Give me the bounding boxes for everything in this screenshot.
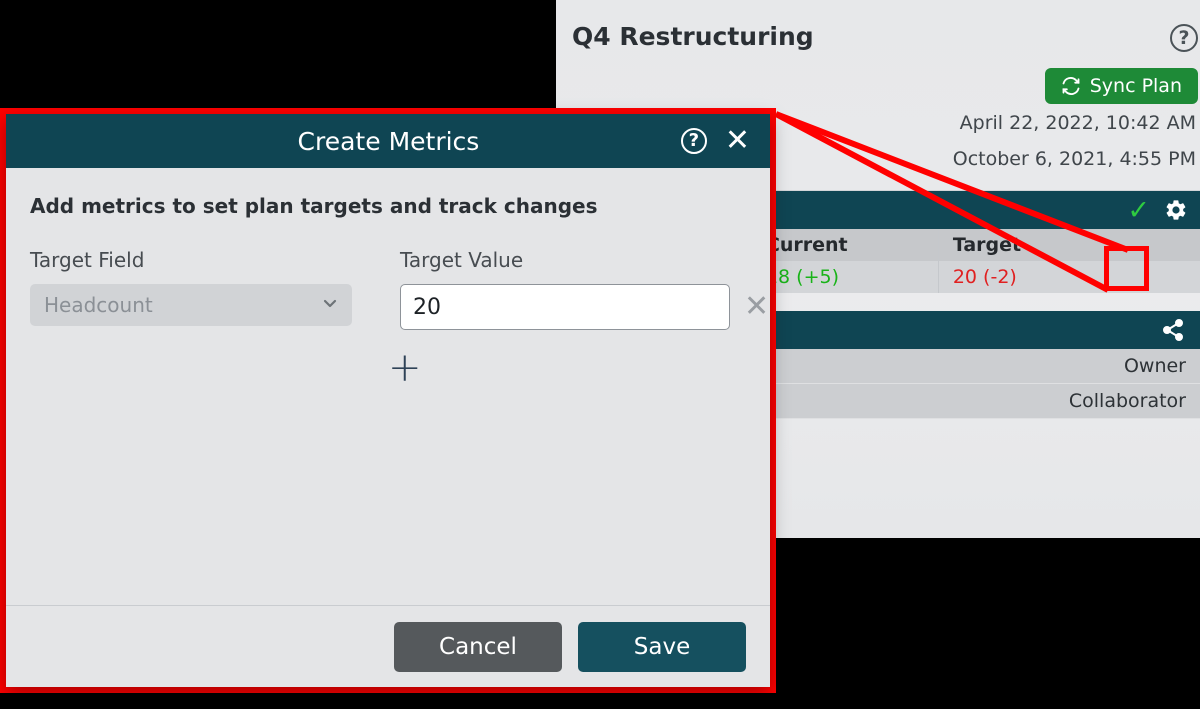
add-metric-row: + <box>30 348 746 388</box>
target-field-selected-value: Headcount <box>44 293 153 317</box>
dialog-header: Create Metrics ? ✕ <box>6 114 770 168</box>
col-header-current: Current <box>751 229 939 261</box>
share-icon[interactable] <box>1160 317 1186 343</box>
dialog-header-icons: ? ✕ <box>680 126 770 156</box>
create-metrics-dialog: Create Metrics ? ✕ Add metrics to set pl… <box>6 114 770 687</box>
member-role: Owner <box>786 349 1200 384</box>
help-icon[interactable]: ? <box>680 128 707 154</box>
dialog-subtitle: Add metrics to set plan targets and trac… <box>30 194 598 218</box>
cancel-button[interactable]: Cancel <box>394 621 562 672</box>
help-icon-glyph: ? <box>1170 24 1198 52</box>
date-created: October 6, 2021, 4:55 PM <box>952 148 1196 170</box>
remove-metric-button[interactable]: ✕ <box>744 292 769 322</box>
screen: Dashboard Activity Log Talent Pool Q4 Re… <box>0 0 1200 709</box>
sync-plan-button[interactable]: Sync Plan <box>1044 68 1198 104</box>
dialog-body: Add metrics to set plan targets and trac… <box>6 168 770 605</box>
metrics-form: Target Field Headcount Target Value 20 ✕ <box>30 248 769 330</box>
col-header-target: Target <box>938 229 1200 261</box>
cell-current: 18 (+5) <box>751 261 939 293</box>
target-field-select-wrap: Headcount <box>30 284 352 326</box>
target-field-label: Target Field <box>30 248 145 272</box>
save-button[interactable]: Save <box>578 621 746 672</box>
page-title: Q4 Restructuring <box>572 22 814 51</box>
date-updated: April 22, 2022, 10:42 AM <box>959 112 1196 134</box>
target-field-select[interactable]: Headcount <box>30 284 352 326</box>
dialog-title: Create Metrics <box>297 126 480 156</box>
help-icon-glyph: ? <box>688 130 700 151</box>
add-metric-button[interactable]: + <box>388 348 422 388</box>
cell-target: 20 (-2) <box>938 261 1200 293</box>
close-icon[interactable]: ✕ <box>725 126 750 156</box>
check-icon: ✓ <box>1127 194 1150 226</box>
target-field-column: Target Field Headcount <box>30 248 400 330</box>
help-icon[interactable]: ? <box>1170 24 1198 52</box>
target-value-row: ✕ <box>400 284 769 330</box>
dialog-footer: Cancel Save <box>6 605 770 687</box>
member-role: Collaborator <box>786 383 1200 419</box>
target-value-column: Target Value ✕ <box>400 248 769 330</box>
sync-icon <box>1061 76 1081 96</box>
sync-plan-label: Sync Plan <box>1089 75 1182 97</box>
target-value-input[interactable] <box>400 284 730 330</box>
gear-icon[interactable] <box>1162 196 1190 224</box>
target-value-label: Target Value <box>400 248 524 272</box>
